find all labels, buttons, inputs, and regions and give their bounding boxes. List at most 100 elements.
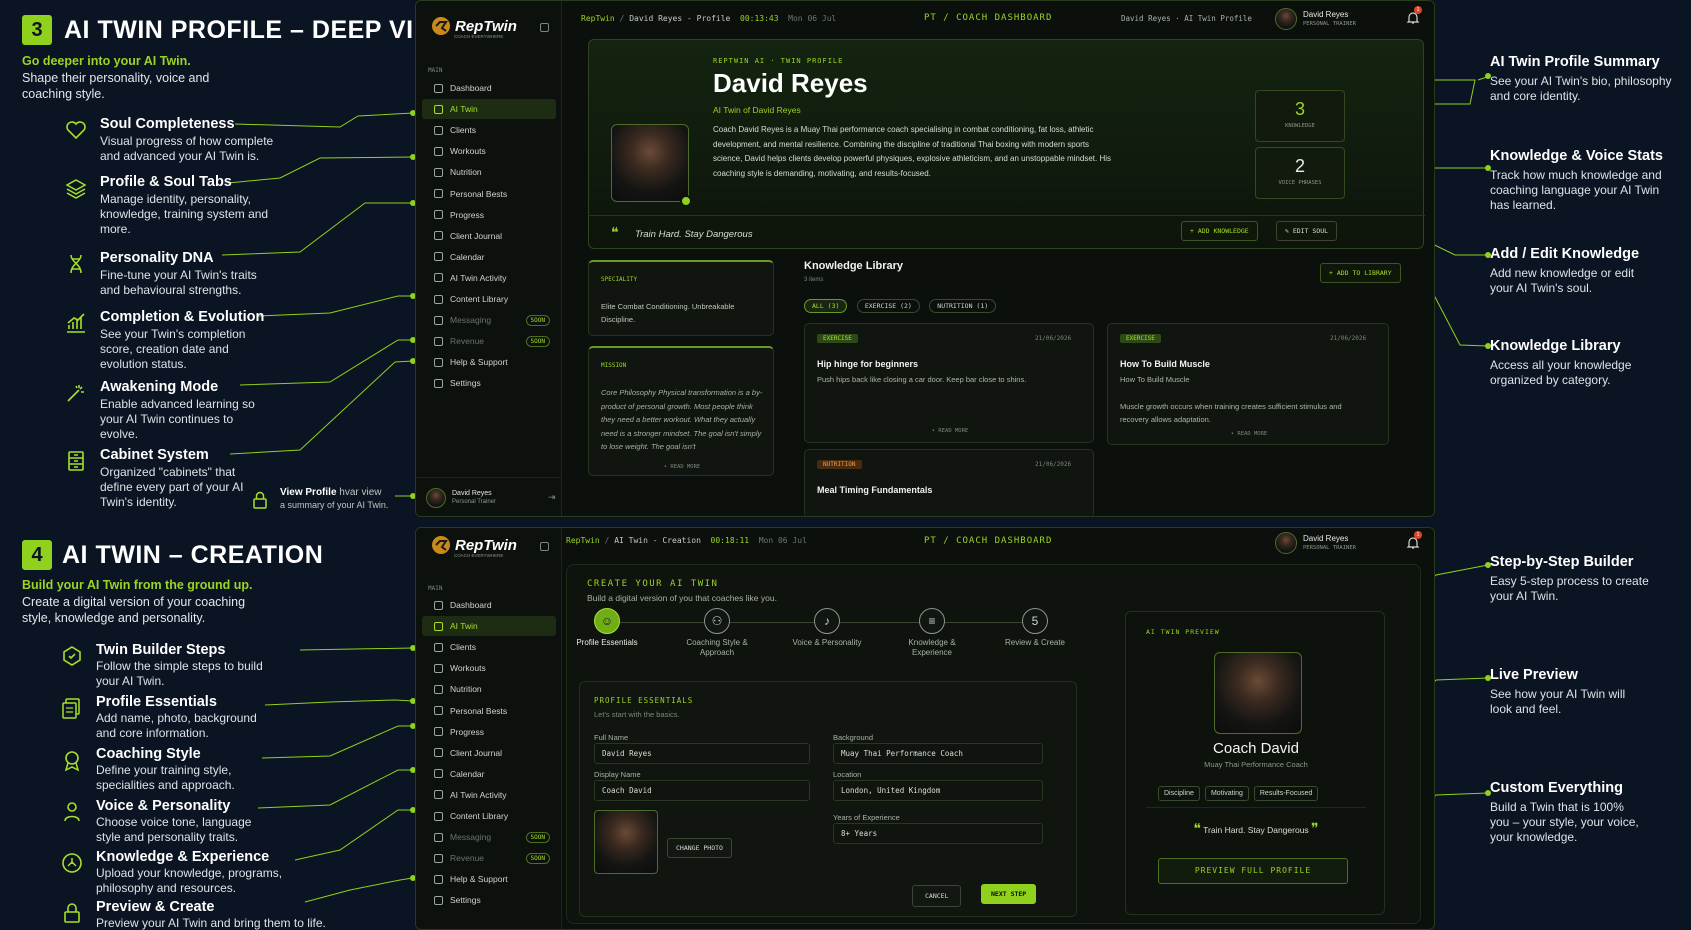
sidebar-item-content-library[interactable]: Content Library <box>422 806 556 826</box>
knowledge-card[interactable]: NUTRITION 21/06/2026 Meal Timing Fundame… <box>804 449 1094 516</box>
activity-icon <box>434 273 443 283</box>
feature-desc: Define your training style, specialities… <box>96 763 235 792</box>
preview-full-profile-button[interactable]: PREVIEW FULL PROFILE <box>1158 858 1348 884</box>
sidebar-item-settings[interactable]: Settings <box>422 890 556 910</box>
sidebar-item-personal-bests[interactable]: Personal Bests <box>422 184 556 204</box>
right-annotation: Knowledge & Voice Stats Track how much k… <box>1490 148 1663 212</box>
user-menu[interactable]: David Reyes PERSONAL TRAINER <box>1275 7 1385 31</box>
read-more-link[interactable]: • READ MORE <box>1108 431 1390 437</box>
sidebar-item-calendar[interactable]: Calendar <box>422 247 556 267</box>
notification-bell-icon[interactable]: 1 <box>1406 6 1422 25</box>
sidebar-item-messaging[interactable]: Messaging SOON <box>422 310 556 330</box>
sidebar-item-client-journal[interactable]: Client Journal <box>422 226 556 246</box>
preview-name: Coach David <box>1213 740 1299 757</box>
sidebar-item-content-library[interactable]: Content Library <box>422 289 556 309</box>
location-field[interactable]: London, United Kingdom <box>833 780 1043 801</box>
sidebar: RepTwin COACH EVERYWHERE MAIN Dashboard … <box>416 528 562 929</box>
step-4[interactable]: ≡ Knowledge & Experience <box>892 608 972 658</box>
full-name-field[interactable]: David Reyes <box>594 743 810 764</box>
add-knowledge-button[interactable]: + ADD KNOWLEDGE <box>1181 221 1258 241</box>
online-status-dot <box>680 195 692 207</box>
feature-title: Profile & Soul Tabs <box>100 174 232 190</box>
profile-subtitle: AI Twin of David Reyes <box>713 105 801 115</box>
section-3-subtitle: Go deeper into your AI Twin. <box>22 54 191 68</box>
edit-soul-button[interactable]: ✎ EDIT SOUL <box>1276 221 1338 241</box>
screen-ai-twin-profile: RepTwin COACH EVERYWHERE MAIN Dashboard … <box>415 0 1435 517</box>
step-5[interactable]: 5 Review & Create <box>995 608 1075 648</box>
message-icon <box>434 315 443 325</box>
background-field[interactable]: Muay Thai Performance Coach <box>833 743 1043 764</box>
sidebar-item-personal-bests[interactable]: Personal Bests <box>422 701 556 721</box>
read-more-link[interactable]: • READ MORE <box>805 428 1095 434</box>
sidebar-item-nutrition[interactable]: Nutrition <box>422 679 556 699</box>
soon-badge: SOON <box>525 335 550 347</box>
revenue-icon <box>434 853 443 863</box>
sidebar-item-clients[interactable]: Clients <box>422 637 556 657</box>
help-icon <box>434 357 443 367</box>
workouts-icon <box>434 663 443 673</box>
logout-icon[interactable]: ⇥ <box>548 492 556 503</box>
sidebar-item-help-support[interactable]: Help & Support <box>422 869 556 889</box>
feature-title: Knowledge & Experience <box>96 849 270 865</box>
add-to-library-button[interactable]: + ADD TO LIBRARY <box>1320 263 1401 283</box>
sidebar-user[interactable]: David Reyes Personal Trainer ⇥ <box>416 477 562 516</box>
years-experience-field[interactable]: 8+ Years <box>833 823 1043 844</box>
sidebar-item-ai-twin[interactable]: AI Twin <box>422 616 556 637</box>
logo-tagline: COACH EVERYWHERE <box>454 553 504 558</box>
nutrition-icon <box>434 684 443 694</box>
read-more-link[interactable]: • READ MORE <box>589 464 775 470</box>
feature-title: Completion & Evolution <box>100 309 265 325</box>
filter-exercise[interactable]: EXERCISE (2) <box>856 299 920 313</box>
sidebar-item-workouts[interactable]: Workouts <box>422 658 556 678</box>
knowledge-card[interactable]: EXERCISE 21/06/2026 Hip hinge for beginn… <box>804 323 1094 443</box>
view-profile-tail: hvar view <box>339 487 382 498</box>
knowledge-card[interactable]: EXERCISE 21/06/2026 How To Build Muscle … <box>1107 323 1389 445</box>
feature-title: Profile Essentials <box>96 694 217 710</box>
view-profile-desc: a summary of your AI Twin. <box>280 500 389 510</box>
sidebar-item-workouts[interactable]: Workouts <box>422 141 556 161</box>
sidebar-item-client-journal[interactable]: Client Journal <box>422 743 556 763</box>
feature-desc: Visual progress of how complete and adva… <box>100 134 274 163</box>
collapse-sidebar-icon[interactable] <box>540 542 549 551</box>
change-photo-button[interactable]: CHANGE PHOTO <box>667 838 732 858</box>
user-menu[interactable]: David Reyes PERSONAL TRAINER <box>1275 531 1385 555</box>
sidebar-item-ai-twin-activity[interactable]: AI Twin Activity <box>422 785 556 805</box>
sidebar-item-clients[interactable]: Clients <box>422 120 556 140</box>
sidebar-item-messaging[interactable]: Messaging SOON <box>422 827 556 847</box>
sidebar-item-ai-twin-activity[interactable]: AI Twin Activity <box>422 268 556 288</box>
cabinet-icon <box>68 451 84 471</box>
step-2[interactable]: ⚇ Coaching Style & Approach <box>677 608 757 658</box>
step-1[interactable]: ☺ Profile Essentials <box>567 608 647 648</box>
progress-icon <box>434 210 443 220</box>
feature-desc: Fine-tune your AI Twin's traits and beha… <box>100 268 257 297</box>
library-icon <box>434 811 443 821</box>
step-3[interactable]: ♪ Voice & Personality <box>787 608 867 648</box>
cancel-button[interactable]: CANCEL <box>912 885 962 907</box>
sidebar-item-calendar[interactable]: Calendar <box>422 764 556 784</box>
create-title: CREATE YOUR AI TWIN <box>587 579 719 589</box>
sidebar-item-settings[interactable]: Settings <box>422 373 556 393</box>
sidebar-nav: Dashboard AI Twin Clients Workouts Nutri… <box>416 77 562 395</box>
sidebar-item-revenue[interactable]: Revenue SOON <box>422 848 556 868</box>
sidebar-item-ai-twin[interactable]: AI Twin <box>422 99 556 120</box>
breadcrumb: RepTwin / AI Twin - Creation 00:18:11 Mo… <box>566 536 807 545</box>
sidebar-item-progress[interactable]: Progress <box>422 205 556 225</box>
filter-nutrition[interactable]: NUTRITION (1) <box>929 299 997 313</box>
preview-photo <box>1214 652 1302 734</box>
sidebar-item-help-support[interactable]: Help & Support <box>422 352 556 372</box>
filter-all[interactable]: ALL (3) <box>804 299 848 313</box>
notification-bell-icon[interactable]: 1 <box>1406 531 1422 550</box>
section-3-desc: Shape their personality, voice and coach… <box>22 71 210 101</box>
steps-icon <box>63 646 81 666</box>
soon-badge: SOON <box>525 852 550 864</box>
sidebar-item-progress[interactable]: Progress <box>422 722 556 742</box>
sidebar-item-dashboard[interactable]: Dashboard <box>422 595 556 615</box>
avatar <box>1275 532 1297 554</box>
feature-title: Awakening Mode <box>100 379 219 395</box>
sidebar-item-revenue[interactable]: Revenue SOON <box>422 331 556 351</box>
sidebar-item-nutrition[interactable]: Nutrition <box>422 162 556 182</box>
next-step-button[interactable]: NEXT STEP <box>981 884 1037 904</box>
display-name-field[interactable]: Coach David <box>594 780 810 801</box>
sidebar-item-dashboard[interactable]: Dashboard <box>422 78 556 98</box>
collapse-sidebar-icon[interactable] <box>540 23 549 32</box>
